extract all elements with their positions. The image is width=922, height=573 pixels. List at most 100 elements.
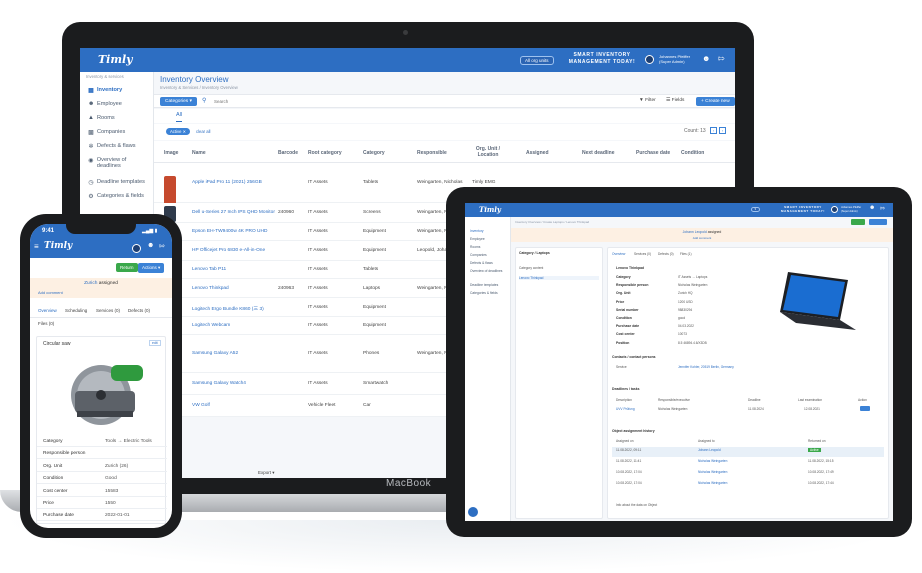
item-name-link[interactable]: Lenovo Tab P11 xyxy=(192,267,226,272)
user-info[interactable]: Johannes Pfeiffer (Super Admin) xyxy=(659,54,690,64)
user-icon[interactable]: ☻ xyxy=(702,54,710,63)
col-responsible[interactable]: Responsible xyxy=(417,150,447,156)
sidebar-item-employee[interactable]: ☻ Employee xyxy=(88,101,150,107)
tablet-user-info[interactable]: Johannes Pfeiffer (Super Admin) xyxy=(841,206,861,213)
tablet-tab-files[interactable]: Files (1) xyxy=(680,252,692,256)
tablet-return-button[interactable] xyxy=(851,219,865,225)
tablet-logo[interactable]: Timly xyxy=(479,205,501,214)
col-condition[interactable]: Condition xyxy=(681,150,704,156)
phone-tab-files[interactable]: Files (0) xyxy=(38,321,54,326)
prev-page-button[interactable]: ‹ xyxy=(710,127,717,134)
col-assigned[interactable]: Assigned xyxy=(526,150,549,156)
col-name[interactable]: Name xyxy=(192,150,206,156)
sidebar-item-rooms[interactable]: ▲ Rooms xyxy=(88,115,150,121)
tablet-user-icon[interactable]: ☻ xyxy=(869,205,875,211)
phone-tab-scheduling[interactable]: Scheduling xyxy=(65,308,87,313)
next-page-button[interactable]: › xyxy=(719,127,726,134)
col-org-unit[interactable]: Org. Unit / Location xyxy=(472,146,504,158)
item-name-link[interactable]: Lenovo Thinkpad xyxy=(192,286,229,291)
tablet-sidebar-inventory[interactable]: Inventory xyxy=(470,229,510,233)
tablet-sidebar-categories[interactable]: Categories & fields xyxy=(470,291,510,295)
field-label: Responsible person xyxy=(616,283,649,288)
tablet-tab-overview[interactable]: Overview xyxy=(612,252,625,256)
tablet-add-comment[interactable]: Add comment xyxy=(511,236,893,240)
categories-button[interactable]: Categories ▾ xyxy=(160,97,197,106)
table-cell: 240960 xyxy=(278,210,295,215)
search-icon[interactable]: ⚲ xyxy=(202,97,206,104)
category-item[interactable]: Lenovo Thinkpad xyxy=(519,276,599,280)
col-root-category[interactable]: Root category xyxy=(308,150,342,156)
item-name-link[interactable]: Apple iPad Pro 11 (2021) 256GB xyxy=(192,180,262,185)
phone-logout-icon[interactable]: ⇰ xyxy=(159,242,165,250)
timly-logo[interactable]: Timly xyxy=(98,53,133,66)
item-name-link[interactable]: Epson EH-TW9400w 4K PRO UHD xyxy=(192,229,267,234)
tablet-actions-button[interactable] xyxy=(869,219,887,225)
phone-edit-button[interactable]: edit xyxy=(149,340,161,346)
item-name-link[interactable]: HP Officejet Pro 6830 e-All-in-One xyxy=(192,248,265,253)
close-icon[interactable]: ✕ xyxy=(183,129,187,134)
phone-tab-defects[interactable]: Defects (0) xyxy=(128,308,150,313)
item-name-link[interactable]: Samsung Galaxy Watch4 xyxy=(192,381,246,386)
wrench-icon: ✲ xyxy=(88,144,94,150)
col-purchase-date[interactable]: Purchase date xyxy=(636,150,670,156)
deadline-action-button[interactable] xyxy=(860,406,870,411)
service-value[interactable]: Jennifer Kohler, 20519 Berlin, Germany xyxy=(678,365,734,369)
item-name-link[interactable]: Dell u-Series 27 Inch IPS QHD Monitor xyxy=(192,210,275,215)
col-category[interactable]: Category xyxy=(363,150,385,156)
sidebar-item-companies[interactable]: ▩ Companies xyxy=(88,129,150,136)
tablet-sidebar-companies[interactable]: Companies xyxy=(470,253,510,257)
history-user-link[interactable]: Nicholas Weingarten xyxy=(698,459,727,463)
active-chip[interactable]: Active ✕ xyxy=(166,128,191,135)
phone-add-comment[interactable]: Add comment xyxy=(38,290,63,295)
tablet-org-select[interactable]: ▼ xyxy=(751,207,760,212)
phone-actions-button[interactable]: Actions ▾ xyxy=(138,263,165,273)
tablet-sidebar-rooms[interactable]: Rooms xyxy=(470,245,510,249)
field-value: IT Assets → Laptops xyxy=(678,275,708,279)
history-cell: 10.08.2022, 17:04 xyxy=(616,470,642,474)
tablet-sidebar-employee[interactable]: Employee xyxy=(470,237,510,241)
toolbar: Categories ▾ ⚲ ▼ Filter ☰ Fields + Creat… xyxy=(154,94,735,108)
sidebar-item-categories[interactable]: ⚙ Categories & fields xyxy=(88,193,150,200)
tablet-tab-services[interactable]: Services (0) xyxy=(634,252,651,256)
fields-button[interactable]: ☰ Fields xyxy=(666,98,684,103)
clear-all-link[interactable]: clear all xyxy=(196,129,210,134)
user-role: (Super Admin) xyxy=(659,59,685,64)
phone-logo[interactable]: Timly xyxy=(44,241,72,251)
chat-bubble-icon[interactable] xyxy=(468,507,478,517)
create-new-button[interactable]: + Create new xyxy=(696,97,735,106)
phone-user-icon[interactable]: ☻ xyxy=(147,242,154,249)
item-name-link[interactable]: VW Golf xyxy=(192,403,210,408)
tab-all[interactable]: All xyxy=(176,112,183,122)
history-user-link[interactable]: Nicholas Weingarten xyxy=(698,481,727,485)
item-name-link[interactable]: Logitech Webcam xyxy=(192,323,230,328)
sidebar-item-deadline-templates[interactable]: ◷ Deadline templates xyxy=(88,179,150,186)
tablet-sidebar-deadlines[interactable]: Overview of deadlines xyxy=(470,269,510,273)
item-name-link[interactable]: Logitech Ergo Bundle K860 (三 3) xyxy=(192,305,264,312)
col-next-deadline[interactable]: Next deadline xyxy=(582,150,615,156)
field-label: Position xyxy=(616,340,630,345)
phone-return-button[interactable]: Return xyxy=(116,263,138,272)
sidebar-item-inventory[interactable]: ▦ Inventory xyxy=(88,87,150,94)
item-name-link[interactable]: Samsung Galaxy A52 xyxy=(192,351,238,356)
org-unit-select[interactable]: All org units xyxy=(520,56,554,65)
menu-icon[interactable]: ≡ xyxy=(34,242,39,251)
export-button[interactable]: Export ▾ xyxy=(258,470,275,476)
tablet-logout-icon[interactable]: ⇰ xyxy=(880,205,885,212)
sidebar-item-deadlines[interactable]: ◉ Overview of deadlines xyxy=(88,157,150,169)
phone-tab-overview[interactable]: Overview xyxy=(38,308,57,313)
deadline-link[interactable]: UVV Prüfung xyxy=(616,407,635,411)
filter-button[interactable]: ▼ Filter xyxy=(639,98,656,103)
history-user-link[interactable]: Johann Leopold xyxy=(698,448,721,452)
phone-tab-services[interactable]: Services (0) xyxy=(96,308,120,313)
tablet-tab-defects[interactable]: Defects (0) xyxy=(658,252,674,256)
col-barcode[interactable]: Barcode xyxy=(278,150,298,156)
field-value: 04.03.2022 xyxy=(678,324,694,329)
sidebar-item-defects[interactable]: ✲ Defects & flaws xyxy=(88,143,150,150)
tablet-sidebar-templates[interactable]: Deadline templates xyxy=(470,283,510,287)
history-user-link[interactable]: Nicholas Weingarten xyxy=(698,470,727,474)
logout-icon[interactable]: ⇰ xyxy=(718,54,725,63)
tablet-sidebar-defects[interactable]: Defects & flaws xyxy=(470,261,510,265)
history-row xyxy=(612,469,884,479)
category-label: Category / Laptops xyxy=(519,251,550,255)
search-input[interactable] xyxy=(214,97,534,106)
